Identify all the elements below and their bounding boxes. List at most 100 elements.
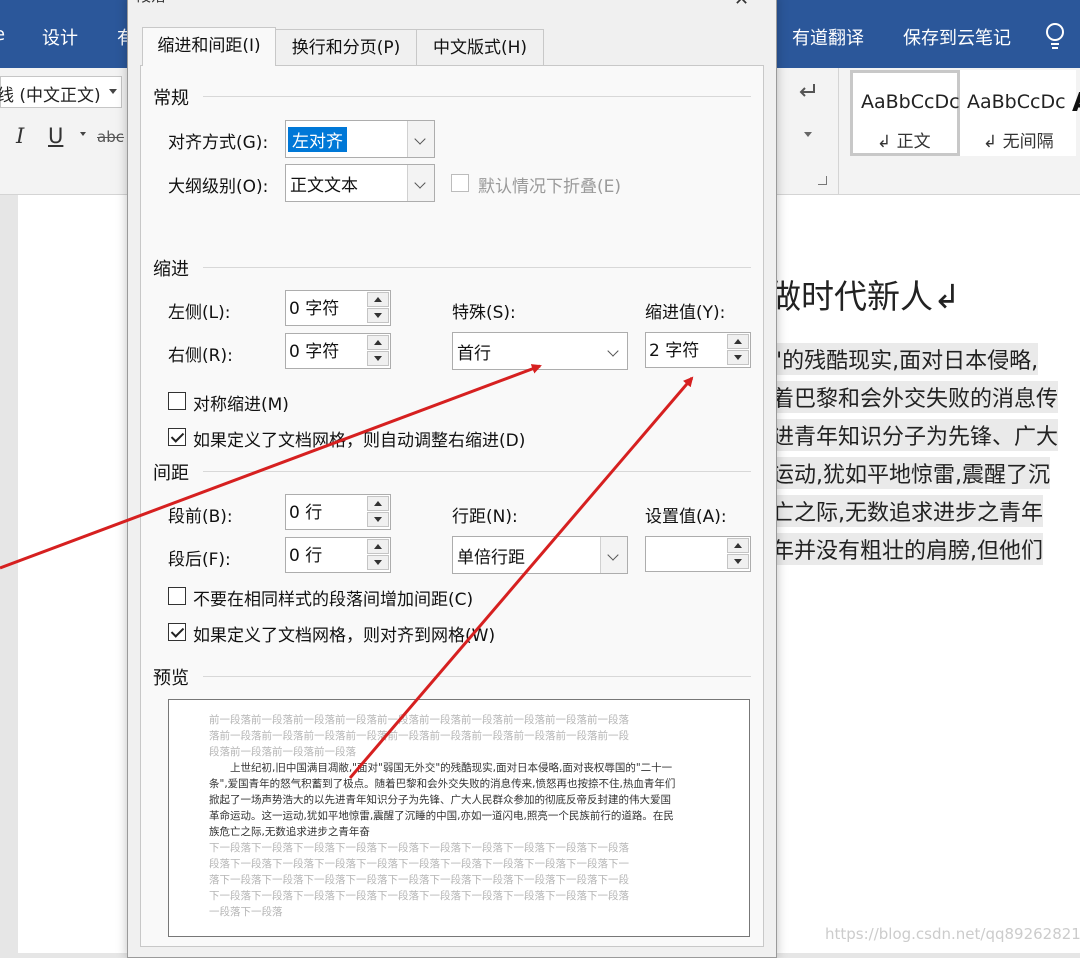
space-after-value: 0 行 [289, 546, 323, 566]
close-icon[interactable]: ✕ [734, 0, 749, 10]
outline-level-select[interactable]: 正文文本 [285, 164, 435, 202]
spin-up-icon[interactable] [367, 335, 389, 350]
auto-adjust-right-indent-checkbox[interactable] [168, 428, 186, 446]
preview-body-line: 族危亡之际,无数追求进步之青年奋 [209, 826, 370, 838]
ribbon-group-divider [838, 68, 839, 194]
checkmark-icon [170, 429, 185, 443]
snap-to-grid-label: 如果定义了文档网格，则对齐到网格(W) [193, 626, 496, 646]
show-hide-marks-icon[interactable] [796, 80, 818, 102]
indent-by-label: 缩进值(Y): [645, 303, 726, 323]
chevron-down-icon[interactable] [407, 121, 434, 157]
ribbon-tab-fragment[interactable]: e [0, 24, 5, 45]
ribbon-tab-save-to-note[interactable]: 保存到云笔记 [903, 24, 1011, 50]
indent-right-spinner[interactable]: 0 字符 [285, 333, 391, 369]
section-divider [203, 471, 751, 472]
italic-button[interactable]: I [16, 124, 24, 148]
spin-down-icon[interactable] [367, 512, 389, 527]
ribbon-tab-youdao-translate[interactable]: 有道翻译 [792, 24, 864, 50]
checkmark-icon [170, 624, 185, 638]
chevron-down-icon[interactable] [407, 165, 434, 201]
document-line[interactable]: "的残酷现实,面对日本侵略, [772, 343, 1039, 375]
tab-line-page-breaks[interactable]: 换行和分页(P) [275, 29, 417, 66]
preview-next-line: 下一段落下一段落下一段落下一段落下一段落下一段落下一段落下一段落下一段落下一段落 [209, 842, 629, 854]
chevron-down-icon[interactable] [601, 333, 627, 369]
document-line[interactable]: 运动,犹如平地惊雷,震醒了沉 [772, 457, 1050, 489]
style-no-spacing-sample: AaBbCcDc [967, 91, 1066, 113]
auto-adjust-right-indent-label: 如果定义了文档网格，则自动调整右缩进(D) [193, 431, 526, 451]
preview-next-line: 落下一段落下一段落下一段落下一段落下一段落下一段落下一段落下一段落下一段落下一段 [209, 874, 629, 886]
spin-up-icon[interactable] [367, 496, 389, 511]
chevron-down-icon[interactable] [600, 537, 627, 573]
section-divider [203, 676, 751, 677]
document-line[interactable]: 亡之际,无数追求进步之青年 [772, 495, 1043, 527]
no-space-same-style-label: 不要在相同样式的段落间增加间距(C) [193, 590, 474, 610]
font-name-combo[interactable]: 线 (中文正文) [0, 76, 122, 108]
preview-previous-line: 段落前一段落前一段落前一段落 [209, 746, 356, 758]
dialog-title: 段落 [136, 0, 166, 6]
style-no-spacing-name: ↲ 无间隔 [983, 132, 1054, 152]
space-before-value: 0 行 [289, 503, 323, 523]
spin-down-icon[interactable] [727, 554, 749, 569]
paragraph-more-icon[interactable] [804, 132, 812, 137]
spin-up-icon[interactable] [367, 539, 389, 554]
line-spacing-at-label: 设置值(A): [645, 507, 727, 527]
preview-body-line: 条",爱国青年的怒气积蓄到了极点。随着巴黎和会外交失败的消息传来,愤怒再也按捺不… [209, 778, 676, 790]
section-divider [203, 96, 751, 97]
snap-to-grid-checkbox[interactable] [168, 623, 186, 641]
special-indent-label: 特殊(S): [452, 303, 516, 323]
lightbulb-icon[interactable] [1044, 22, 1066, 50]
preview-body-line: 掀起了一场声势浩大的以先进青年知识分子为先锋、广大人民群众参加的彻底反帝反封建的… [209, 794, 671, 806]
document-heading[interactable]: 做时代新人↲ [768, 270, 961, 318]
indent-left-label: 左侧(L): [168, 303, 231, 323]
spin-up-icon[interactable] [367, 292, 389, 307]
tab-asian-typography[interactable]: 中文版式(H) [416, 29, 544, 66]
document-line[interactable]: 着巴黎和会外交失败的消息传 [772, 381, 1059, 413]
document-line[interactable]: 进青年知识分子为先锋、广大 [772, 419, 1059, 451]
space-before-spinner[interactable]: 0 行 [285, 494, 391, 530]
tab-indents-spacing[interactable]: 缩进和间距(I) [142, 27, 276, 66]
indent-right-label: 右侧(R): [168, 346, 233, 366]
style-no-spacing[interactable]: AaBbCcDc ↲ 无间隔 [960, 70, 1076, 156]
section-spacing: 间距 [153, 463, 189, 484]
indent-left-spinner[interactable]: 0 字符 [285, 290, 391, 326]
underline-dropdown-icon[interactable] [80, 132, 86, 136]
underline-button[interactable]: U [48, 124, 63, 148]
spin-up-icon[interactable] [727, 538, 749, 553]
indent-by-value: 2 字符 [649, 341, 700, 361]
collapse-checkbox[interactable] [451, 174, 469, 192]
style-heading-partial[interactable]: A [1072, 88, 1080, 118]
style-normal-name: ↲ 正文 [877, 132, 931, 152]
ribbon-tab-design[interactable]: 设计 [42, 24, 78, 50]
preview-previous-line: 落前一段落前一段落前一段落前一段落前一段落前一段落前一段落前一段落前一段落前一段 [209, 730, 629, 742]
strikethrough-button[interactable]: abc [97, 128, 124, 146]
preview-next-line: 下一段落下一段落下一段落下一段落下一段落下一段落下一段落下一段落下一段落下一段落 [209, 890, 629, 902]
special-indent-value: 首行 [457, 344, 491, 364]
line-spacing-value: 单倍行距 [457, 548, 525, 568]
mirror-indents-checkbox[interactable] [168, 392, 186, 410]
document-line[interactable]: 年并没有粗壮的肩膀,但他们 [772, 533, 1043, 565]
line-spacing-at-spinner[interactable] [645, 536, 751, 572]
dialog-launcher-icon[interactable] [818, 176, 827, 185]
special-indent-select[interactable]: 首行 [452, 332, 628, 370]
preview-previous-line: 前一段落前一段落前一段落前一段落前一段落前一段落前一段落前一段落前一段落前一段落 [209, 714, 629, 726]
space-after-spinner[interactable]: 0 行 [285, 537, 391, 573]
preview-next-line: 一段落下一段落 [209, 906, 283, 918]
alignment-value: 左对齐 [288, 127, 347, 152]
collapse-label: 默认情况下折叠(E) [478, 177, 622, 197]
style-normal-sample: AaBbCcDc [861, 91, 960, 113]
tab-panel: 常规 对齐方式(G): 左对齐 大纲级别(O): 正文文本 默认情况下折叠(E)… [140, 65, 764, 947]
section-indentation: 缩进 [153, 259, 189, 280]
spin-down-icon[interactable] [367, 351, 389, 366]
spin-up-icon[interactable] [727, 334, 749, 349]
style-normal[interactable]: AaBbCcDc ↲ 正文 [850, 70, 960, 156]
indent-by-spinner[interactable]: 2 字符 [645, 332, 751, 368]
spin-down-icon[interactable] [727, 350, 749, 365]
indent-left-value: 0 字符 [289, 299, 340, 319]
no-space-same-style-checkbox[interactable] [168, 587, 186, 605]
spin-down-icon[interactable] [367, 308, 389, 323]
line-spacing-select[interactable]: 单倍行距 [452, 536, 628, 574]
alignment-select[interactable]: 左对齐 [285, 120, 435, 158]
preview-next-line: 段落下一段落下一段落下一段落下一段落下一段落下一段落下一段落下一段落下一段落下一 [209, 858, 629, 870]
spin-down-icon[interactable] [367, 555, 389, 570]
section-divider [203, 267, 751, 268]
